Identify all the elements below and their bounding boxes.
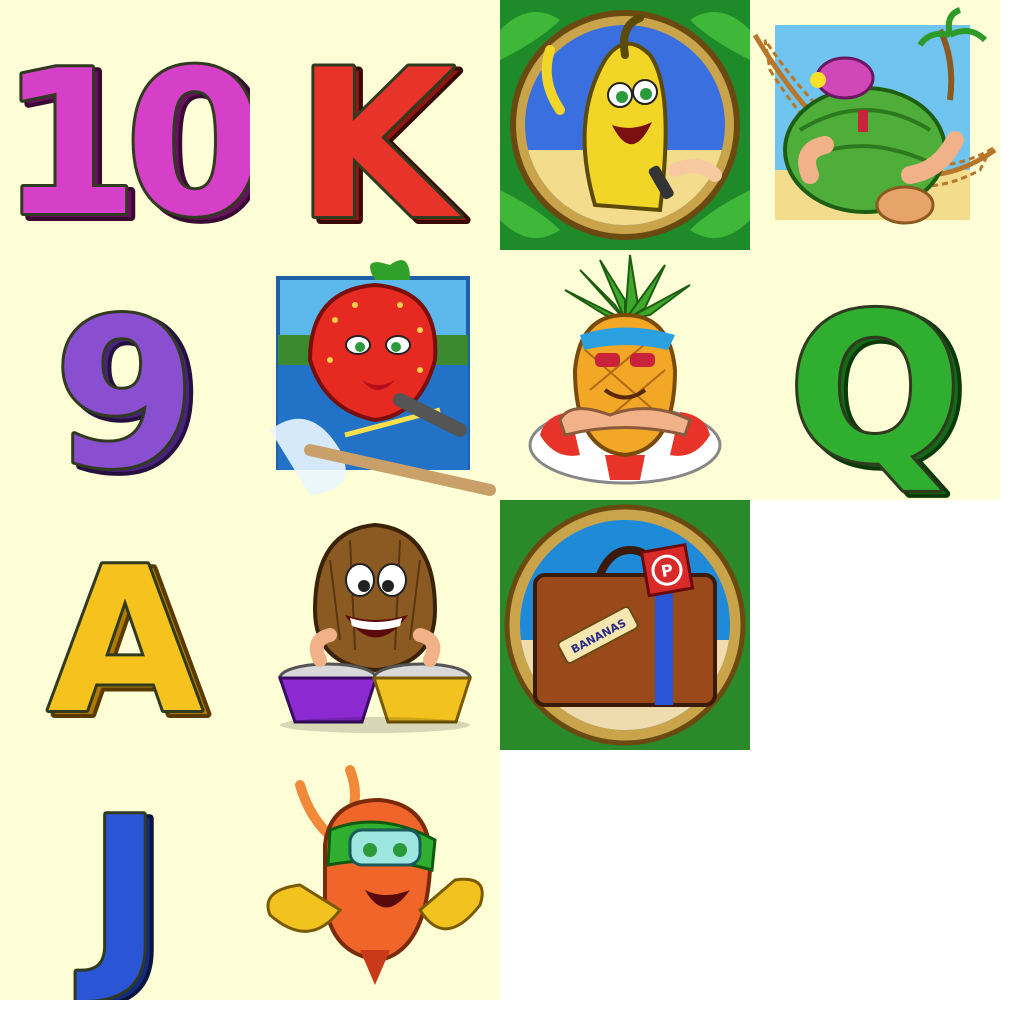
symbol-ace: A A <box>0 500 250 750</box>
symbol-mango-snorkel <box>250 750 500 1000</box>
symbol-suitcase-scatter: BANANAS P <box>500 500 750 750</box>
symbol-coconut-bongo <box>250 500 500 750</box>
symbol-watermelon-hammock <box>750 0 1000 250</box>
symbol-king: K K <box>250 0 500 250</box>
banana-wild-icon <box>500 0 750 250</box>
symbol-banana-wild <box>500 0 750 250</box>
mango-snorkel-icon <box>266 765 484 985</box>
symbol-nine: 9 9 <box>0 250 250 500</box>
watermelon-hammock-icon <box>752 7 997 225</box>
coconut-bongo-icon <box>277 522 473 733</box>
suitcase-scatter-icon: BANANAS P <box>500 500 750 750</box>
symbol-strawberry-waterski <box>250 250 500 500</box>
symbol-king-label: K <box>296 27 462 250</box>
symbol-ace-label: A <box>48 525 203 750</box>
symbol-ten: 10 10 <box>0 0 250 250</box>
pineapple-lifering-icon <box>528 254 722 485</box>
symbol-queen-label: Q <box>788 271 962 500</box>
symbol-nine-label: 9 <box>54 276 197 500</box>
symbol-pineapple-lifering <box>500 250 750 500</box>
symbol-jack-label: J <box>76 775 162 1000</box>
symbol-queen: Q Q <box>750 250 1000 500</box>
symbol-ten-label: 10 <box>0 28 250 250</box>
symbol-jack: J J <box>0 750 250 1000</box>
strawberry-waterski-icon <box>270 260 496 496</box>
